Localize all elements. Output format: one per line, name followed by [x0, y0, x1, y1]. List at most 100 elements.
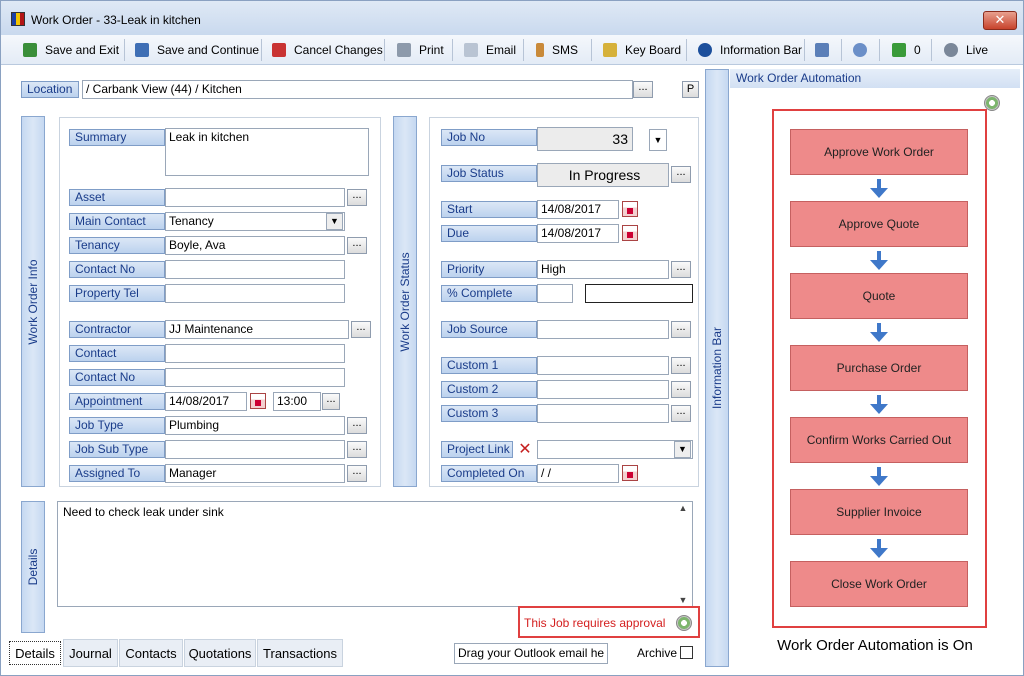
job-status-field[interactable]: In Progress	[537, 163, 669, 187]
tenancy-browse-button[interactable]: ...	[347, 237, 367, 254]
asset-browse-button[interactable]: ...	[347, 189, 367, 206]
p-button[interactable]: P	[682, 81, 699, 98]
step-supplier-invoice[interactable]: Supplier Invoice	[790, 489, 968, 535]
appointment-label: Appointment	[69, 393, 165, 410]
job-source-field[interactable]	[537, 320, 669, 339]
appointment-browse-button[interactable]: ...	[322, 393, 340, 410]
contact-no-field[interactable]	[165, 260, 345, 279]
appointment-calendar-icon[interactable]	[250, 393, 266, 409]
arrow-down-icon	[870, 539, 888, 559]
assigned-to-field[interactable]: Manager	[165, 464, 345, 483]
asset-field[interactable]	[165, 188, 345, 207]
info-icon	[698, 43, 712, 57]
sms-label: SMS	[552, 43, 579, 57]
email-button[interactable]: Email	[464, 39, 516, 61]
work-order-info-tab[interactable]: Work Order Info	[21, 116, 45, 487]
approvals-button[interactable]: 0	[892, 39, 921, 61]
due-calendar-icon[interactable]	[622, 225, 638, 241]
main-contact-chevron-down-icon[interactable]: ▼	[326, 213, 343, 230]
save-exit-button[interactable]: Save and Exit	[23, 39, 119, 61]
completed-on-field[interactable]: / /	[537, 464, 619, 483]
job-sub-type-field[interactable]	[165, 440, 345, 459]
contact-field[interactable]	[165, 344, 345, 363]
notes-button[interactable]	[815, 39, 837, 61]
project-link-chevron-down-icon[interactable]: ▼	[674, 441, 691, 458]
custom-2-field[interactable]	[537, 380, 669, 399]
phone-icon	[536, 43, 544, 57]
property-tel-field[interactable]	[165, 284, 345, 303]
completed-on-calendar-icon[interactable]	[622, 465, 638, 481]
job-type-browse-button[interactable]: ...	[347, 417, 367, 434]
print-button[interactable]: Print	[397, 39, 444, 61]
approval-gear-icon[interactable]	[676, 615, 692, 631]
step-quote[interactable]: Quote	[790, 273, 968, 319]
bottom-tab-transactions[interactable]: Transactions	[257, 639, 343, 667]
save-continue-button[interactable]: Save and Continue	[135, 39, 259, 61]
details-tab[interactable]: Details	[21, 501, 45, 633]
location-browse-button[interactable]: ...	[633, 81, 653, 98]
bottom-tab-details[interactable]: Details	[9, 641, 61, 665]
scroll-down-icon[interactable]: ▼	[676, 595, 690, 605]
job-status-browse-button[interactable]: ...	[671, 166, 691, 183]
live-button[interactable]: Live	[944, 39, 988, 61]
project-link-label: Project Link	[441, 441, 513, 458]
archive-checkbox[interactable]	[680, 646, 693, 659]
start-date-field[interactable]: 14/08/2017	[537, 200, 619, 219]
custom-3-browse-button[interactable]: ...	[671, 405, 691, 422]
app-icon	[11, 12, 25, 26]
details-scrollbar[interactable]: ▲ ▼	[676, 503, 690, 605]
custom-2-browse-button[interactable]: ...	[671, 381, 691, 398]
help-button[interactable]	[853, 39, 875, 61]
custom-1-field[interactable]	[537, 356, 669, 375]
work-order-status-tab[interactable]: Work Order Status	[393, 116, 417, 487]
information-bar-tab[interactable]: Information Bar	[705, 69, 729, 667]
sms-button[interactable]: SMS	[536, 39, 578, 61]
assigned-to-browse-button[interactable]: ...	[347, 465, 367, 482]
location-field[interactable]: / Carbank View (44) / Kitchen	[82, 80, 633, 99]
job-no-chevron-down-icon[interactable]: ▼	[649, 129, 667, 151]
step-approve-work-order[interactable]: Approve Work Order	[790, 129, 968, 175]
tenancy-field[interactable]: Boyle, Ava	[165, 236, 345, 255]
custom-3-field[interactable]	[537, 404, 669, 423]
asset-label: Asset	[69, 189, 165, 206]
keyboard-label: Key Board	[625, 43, 682, 57]
custom-1-browse-button[interactable]: ...	[671, 357, 691, 374]
contact-no-label: Contact No	[69, 261, 165, 278]
step-approve-quote[interactable]: Approve Quote	[790, 201, 968, 247]
percent-complete-label: % Complete	[441, 285, 537, 302]
contractor-browse-button[interactable]: ...	[351, 321, 371, 338]
summary-field[interactable]: Leak in kitchen	[165, 128, 369, 176]
step-purchase-order[interactable]: Purchase Order	[790, 345, 968, 391]
main-contact-label: Main Contact	[69, 213, 165, 230]
percent-complete-field[interactable]	[537, 284, 573, 303]
work-order-window: Work Order - 33-Leak in kitchen ✕ Save a…	[0, 0, 1024, 676]
appointment-time-field[interactable]: 13:00	[273, 392, 321, 411]
contact-no-2-field[interactable]	[165, 368, 345, 387]
step-close-work-order[interactable]: Close Work Order	[790, 561, 968, 607]
step-confirm-works[interactable]: Confirm Works Carried Out	[790, 417, 968, 463]
bottom-tab-contacts[interactable]: Contacts	[119, 639, 183, 667]
outlook-drop-zone[interactable]: Drag your Outlook email he	[454, 643, 608, 664]
scroll-up-icon[interactable]: ▲	[676, 503, 690, 513]
appointment-date-field[interactable]: 14/08/2017	[165, 392, 247, 411]
job-sub-type-browse-button[interactable]: ...	[347, 441, 367, 458]
keyboard-button[interactable]: Key Board	[603, 39, 681, 61]
clear-link-x-icon[interactable]: ✕	[515, 440, 535, 459]
bottom-tab-journal[interactable]: Journal	[63, 639, 118, 667]
job-no-field[interactable]: 33	[537, 127, 633, 151]
due-date-field[interactable]: 14/08/2017	[537, 224, 619, 243]
information-bar-button[interactable]: Information Bar	[698, 39, 802, 61]
close-button[interactable]: ✕	[983, 11, 1017, 30]
contact-label: Contact	[69, 345, 165, 362]
contractor-field[interactable]: JJ Maintenance	[165, 320, 349, 339]
job-source-browse-button[interactable]: ...	[671, 321, 691, 338]
project-link-select[interactable]	[537, 440, 693, 459]
details-textarea[interactable]: Need to check leak under sink	[57, 501, 693, 607]
priority-field[interactable]: High	[537, 260, 669, 279]
cancel-changes-button[interactable]: Cancel Changes	[272, 39, 383, 61]
bottom-tab-quotations[interactable]: Quotations	[184, 639, 256, 667]
priority-browse-button[interactable]: ...	[671, 261, 691, 278]
main-contact-select[interactable]: Tenancy	[165, 212, 345, 231]
job-type-field[interactable]: Plumbing	[165, 416, 345, 435]
start-calendar-icon[interactable]	[622, 201, 638, 217]
